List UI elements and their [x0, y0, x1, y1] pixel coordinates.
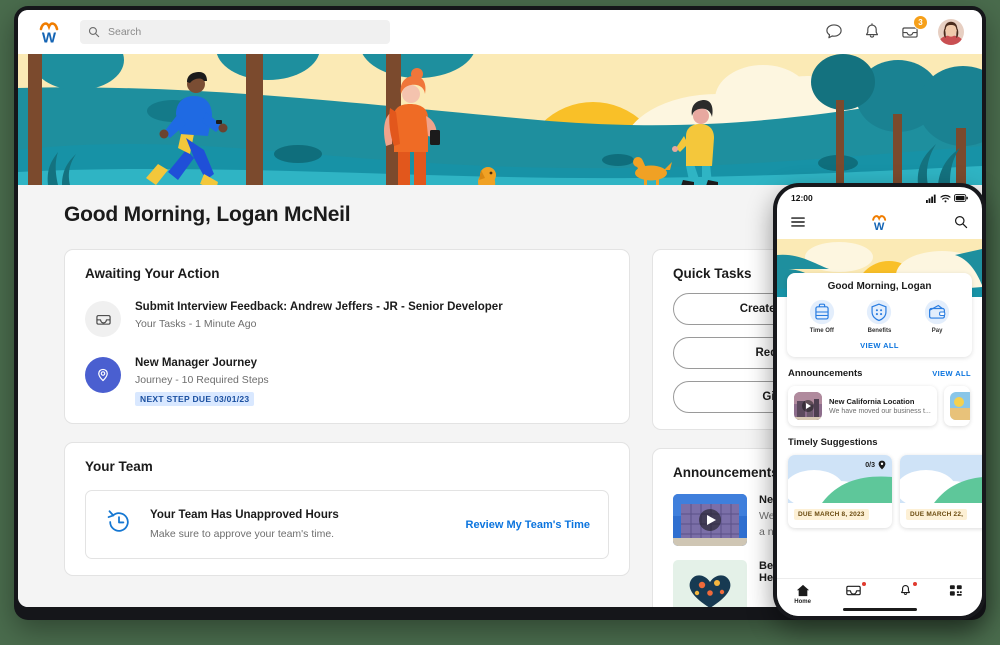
awaiting-item-title: New Manager Journey: [135, 357, 269, 369]
phone-tab-notifications[interactable]: [885, 584, 925, 597]
phone-suggestions-list: 0/3 DUE MARCH 8, 2023: [777, 455, 982, 528]
clock-arrow-icon: [104, 507, 134, 542]
phone-greeting: Good Morning, Logan: [793, 281, 966, 292]
bell-icon[interactable]: [862, 22, 882, 42]
location-pin-icon: [85, 357, 121, 393]
phone-tab-bar: Home: [777, 578, 982, 616]
phone-announcement-item[interactable]: New California Location We have moved ou…: [788, 386, 937, 426]
inbox-badge-count: 3: [913, 15, 928, 30]
left-column: Awaiting Your Action Submit Interview Fe…: [64, 249, 630, 607]
svg-text:W: W: [873, 221, 884, 232]
phone-notch: [841, 187, 919, 204]
mobile-device-frame: 12:00: [773, 183, 986, 620]
awaiting-item-subtitle: Your Tasks - 1 Minute Ago: [135, 318, 503, 330]
suggestion-illustration: 0/3: [788, 455, 892, 503]
phone-suggestions-header: Timely Suggestions: [777, 437, 982, 448]
your-team-title: Your Team: [85, 459, 609, 474]
status-time: 12:00: [791, 193, 813, 203]
top-bar-icon-group: 3: [824, 19, 968, 45]
unapproved-hours-subtitle: Make sure to approve your team's time.: [150, 528, 450, 540]
quick-action-benefits[interactable]: Benefits: [855, 299, 903, 334]
phone-announcements-title: Announcements: [788, 368, 862, 379]
phone-announcements-header: Announcements VIEW ALL: [777, 368, 982, 379]
phone-quick-action-row: Time Off Benefits: [793, 299, 966, 334]
search-icon[interactable]: [954, 215, 968, 234]
suggestion-progress: 0/3: [865, 460, 886, 470]
unapproved-hours-title: Your Team Has Unapproved Hours: [150, 509, 450, 521]
home-icon: [796, 584, 810, 597]
video-thumbnail-building: [794, 392, 822, 420]
quick-action-pay[interactable]: Pay: [913, 299, 961, 334]
quick-action-label: Time Off: [810, 328, 834, 334]
phone-quick-actions-card: Good Morning, Logan Time Off: [787, 273, 972, 357]
phone-tab-inbox[interactable]: [834, 584, 874, 597]
quick-action-time-off[interactable]: Time Off: [798, 299, 846, 334]
awaiting-item-subtitle: Journey - 10 Required Steps: [135, 374, 269, 386]
suggestion-illustration: [900, 455, 982, 503]
quick-actions-view-all-link[interactable]: VIEW ALL: [793, 341, 966, 350]
suggestion-due-badge: DUE MARCH 22,: [906, 509, 967, 520]
inbox-icon: [85, 301, 121, 337]
inbox-unread-dot: [862, 582, 866, 586]
workday-logo[interactable]: W: [34, 17, 64, 47]
announcement-thumbnail: [950, 392, 970, 420]
awaiting-item-interview-feedback[interactable]: Submit Interview Feedback: Andrew Jeffer…: [85, 301, 609, 337]
phone-home-indicator: [843, 608, 917, 611]
awaiting-title: Awaiting Your Action: [85, 266, 609, 281]
wifi-icon: [940, 194, 951, 203]
chat-icon[interactable]: [824, 22, 844, 42]
awaiting-your-action-card: Awaiting Your Action Submit Interview Fe…: [64, 249, 630, 424]
phone-tab-home[interactable]: Home: [783, 584, 823, 605]
suggestion-card[interactable]: 0/3 DUE MARCH 8, 2023: [788, 455, 892, 528]
hero-banner-illustration: [18, 54, 982, 185]
search-icon: [88, 26, 100, 38]
suggestion-counter-text: 0/3: [865, 462, 875, 469]
unapproved-hours-item[interactable]: Your Team Has Unapproved Hours Make sure…: [85, 490, 609, 559]
phone-announcements-list: New California Location We have moved ou…: [777, 386, 982, 426]
your-team-card: Your Team Your Team Has Unapproved Hours: [64, 442, 630, 576]
wallet-icon: [924, 299, 950, 325]
phone-announcement-item-next[interactable]: [944, 386, 970, 426]
phone-announcement-subtitle: We have moved our business t...: [829, 408, 931, 415]
quick-action-label: Pay: [932, 328, 943, 334]
suggestion-due-badge: DUE MARCH 8, 2023: [794, 509, 869, 520]
battery-icon: [954, 194, 968, 202]
bell-icon: [899, 584, 912, 597]
phone-nav-bar: W: [777, 209, 982, 239]
location-pin-icon: [878, 460, 886, 470]
review-team-time-link[interactable]: Review My Team's Time: [466, 519, 591, 531]
quick-action-label: Benefits: [868, 328, 892, 334]
phone-announcements-view-all-link[interactable]: VIEW ALL: [932, 369, 971, 378]
suggestion-card[interactable]: DUE MARCH 22,: [900, 455, 982, 528]
top-navigation-bar: W Search: [18, 10, 982, 54]
next-step-due-badge: NEXT STEP DUE 03/01/23: [135, 392, 254, 406]
video-thumbnail-building[interactable]: [673, 494, 747, 546]
notifications-unread-dot: [913, 582, 917, 586]
apps-grid-icon: [949, 584, 963, 597]
awaiting-item-title: Submit Interview Feedback: Andrew Jeffer…: [135, 301, 503, 313]
search-placeholder: Search: [108, 26, 141, 38]
mobile-screen: 12:00: [777, 187, 982, 616]
phone-tab-apps[interactable]: [936, 584, 976, 597]
svg-text:W: W: [42, 30, 57, 47]
heart-flowers-thumbnail[interactable]: [673, 560, 747, 607]
phone-suggestions-title: Timely Suggestions: [788, 437, 878, 448]
inbox-icon[interactable]: 3: [900, 22, 920, 42]
avatar[interactable]: [938, 19, 964, 45]
phone-announcement-title: New California Location: [829, 397, 931, 406]
workday-logo[interactable]: W: [868, 211, 892, 237]
awaiting-item-new-manager-journey[interactable]: New Manager Journey Journey - 10 Require…: [85, 357, 609, 407]
shield-icon: [866, 299, 892, 325]
inbox-icon: [846, 584, 861, 597]
search-input[interactable]: Search: [80, 20, 390, 44]
page-title: Good Morning, Logan McNeil: [64, 203, 350, 227]
phone-tab-label: Home: [794, 599, 811, 605]
hamburger-menu-icon[interactable]: [791, 215, 805, 233]
suitcase-icon: [809, 299, 835, 325]
signal-icon: [926, 194, 937, 203]
